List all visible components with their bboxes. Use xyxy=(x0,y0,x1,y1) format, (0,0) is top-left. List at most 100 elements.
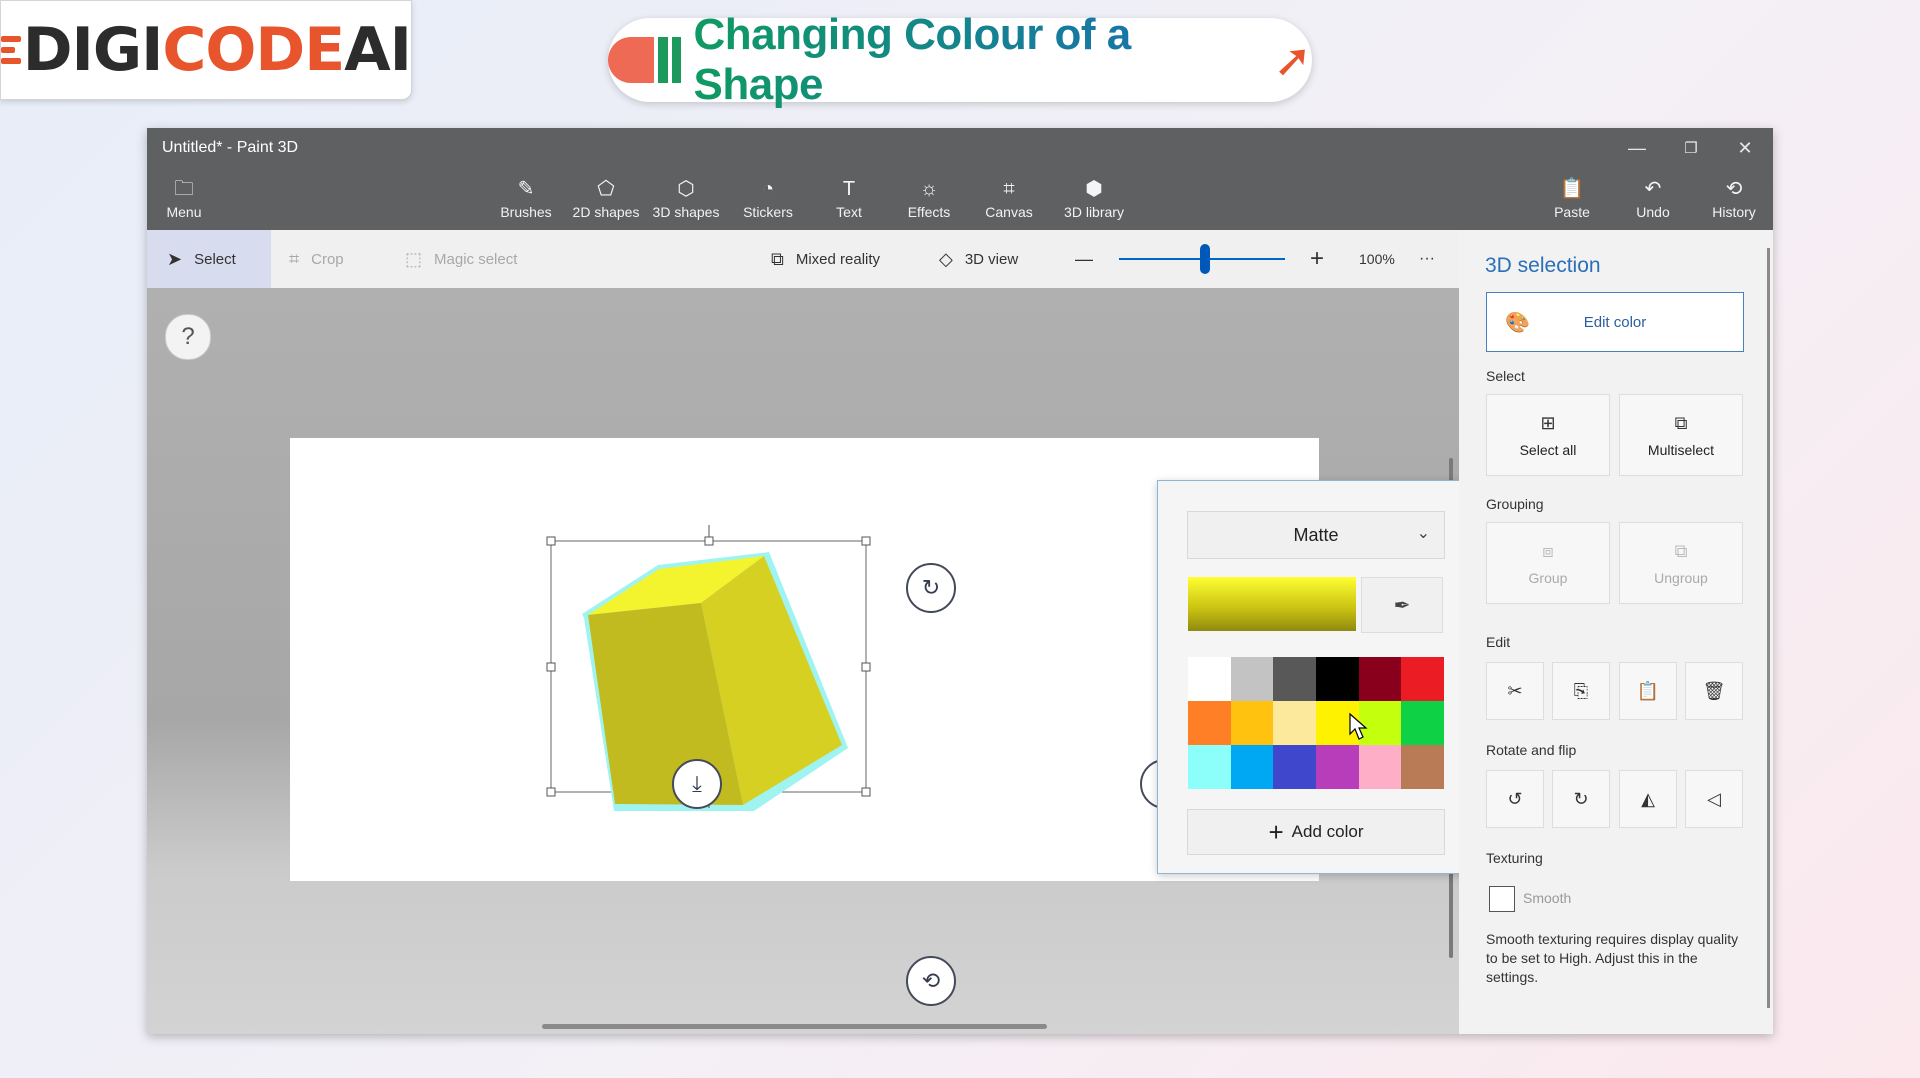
paste-panel-button[interactable]: 📋 xyxy=(1619,662,1677,720)
color-swatch[interactable] xyxy=(1273,657,1316,701)
magic-select-label: Magic select xyxy=(434,250,518,268)
menu-button[interactable]: 🗀 Menu xyxy=(157,168,211,230)
horizontal-scrollbar[interactable] xyxy=(542,1024,1047,1029)
logo-text-ai: AI xyxy=(344,15,412,85)
color-swatch[interactable] xyxy=(1230,701,1274,745)
selection-handle[interactable] xyxy=(861,662,871,672)
color-swatch[interactable] xyxy=(1188,745,1231,789)
zoom-slider-thumb[interactable] xyxy=(1200,244,1211,274)
ungroup-icon: ⧉ xyxy=(1674,540,1688,561)
cut-button[interactable]: ✂ xyxy=(1486,662,1544,720)
logo-text-digi: DIGI xyxy=(22,15,164,85)
rotate-left-icon: ↺ xyxy=(1507,788,1523,809)
color-swatch[interactable] xyxy=(1188,701,1231,745)
color-swatch[interactable] xyxy=(1273,745,1316,789)
mixed-reality-button[interactable]: ⧉ Mixed reality xyxy=(771,230,880,288)
panel-scrollbar[interactable] xyxy=(1767,248,1770,1008)
main-toolbar: 🗀 Menu ✎ Brushes ⬠ 2D shapes ⬡ 3D shapes… xyxy=(147,168,1773,230)
color-swatch[interactable] xyxy=(1316,745,1359,789)
history-label: History xyxy=(1712,204,1756,220)
crop-label: Crop xyxy=(311,250,344,268)
canvas-button[interactable]: ⌗ Canvas xyxy=(974,168,1044,230)
flip-vertical-button[interactable]: ◁ xyxy=(1685,770,1743,828)
effects-button[interactable]: ☼ Effects xyxy=(894,168,964,230)
3d-view-button[interactable]: ◇ 3D view xyxy=(939,230,1018,288)
select-label: Select xyxy=(194,250,236,268)
add-color-button[interactable]: + Add color xyxy=(1187,809,1445,855)
edit-color-button[interactable]: 🎨 Edit color xyxy=(1486,292,1744,352)
history-button[interactable]: ⟲ History xyxy=(1707,168,1761,230)
selected-3d-object[interactable] xyxy=(507,448,947,868)
select-tool-button[interactable]: ➤ Select xyxy=(167,230,236,288)
copy-button[interactable]: ⎘ xyxy=(1552,662,1610,720)
selection-handle[interactable] xyxy=(546,662,556,672)
color-swatch[interactable] xyxy=(1401,745,1444,789)
finish-dropdown[interactable]: Matte ⌄ xyxy=(1187,511,1445,559)
video-title: Changing Colour of a Shape xyxy=(693,10,1267,110)
close-button[interactable]: ✕ xyxy=(1717,128,1773,168)
magic-select-button[interactable]: ⬚ Magic select xyxy=(405,230,517,288)
brushes-label: Brushes xyxy=(500,204,552,220)
color-swatch[interactable] xyxy=(1188,657,1231,701)
group-button[interactable]: ⧈ Group xyxy=(1486,522,1610,604)
selection-handle[interactable] xyxy=(861,536,871,546)
canvas-label: Canvas xyxy=(985,204,1033,220)
stickers-button[interactable]: ◔ Stickers xyxy=(733,168,803,230)
rotate-right-button[interactable]: ↻ xyxy=(1552,770,1610,828)
canvas-workspace[interactable]: ? ↻ ⟲ ⤓ ↺ xyxy=(147,288,1473,1034)
more-options-button[interactable]: ··· xyxy=(1419,230,1435,288)
color-swatch[interactable] xyxy=(1316,657,1359,701)
paint3d-window: Untitled* - Paint 3D — ❐ ✕ 🗀 Menu ✎ Brus… xyxy=(147,128,1773,1034)
library-icon: ⬢ xyxy=(1085,178,1103,200)
color-swatch[interactable] xyxy=(1230,745,1274,789)
multiselect-label: Multiselect xyxy=(1647,441,1715,458)
restore-button[interactable]: ❐ xyxy=(1663,128,1719,168)
canvas-crop-icon: ⌗ xyxy=(1003,178,1015,200)
color-swatch[interactable] xyxy=(1230,657,1274,701)
select-all-button[interactable]: ⊞ Select all xyxy=(1486,394,1610,476)
select-toolbar: ➤ Select ⌗ Crop ⬚ Magic select ⧉ Mixed r… xyxy=(147,230,1459,289)
3d-selection-panel: 3D selection 🎨 Edit color Select ⊞ Selec… xyxy=(1459,230,1773,1034)
depth-push-handle[interactable]: ⤓ xyxy=(672,759,722,809)
selection-handle[interactable] xyxy=(704,536,714,546)
selection-handle[interactable] xyxy=(861,787,871,797)
zoom-in-button[interactable]: + xyxy=(1310,230,1324,288)
color-swatch[interactable] xyxy=(1273,701,1316,745)
clipboard-icon: 📋 xyxy=(1559,178,1585,200)
paste-button[interactable]: 📋 Paste xyxy=(1545,168,1599,230)
color-swatch[interactable] xyxy=(1358,657,1402,701)
color-swatch[interactable] xyxy=(1401,701,1444,745)
flip-horizontal-button[interactable]: ◭ xyxy=(1619,770,1677,828)
rotate-section-label: Rotate and flip xyxy=(1486,742,1577,758)
crop-button[interactable]: ⌗ Crop xyxy=(289,230,344,288)
selection-handle[interactable] xyxy=(546,536,556,546)
flip-vertical-icon: ◁ xyxy=(1707,788,1721,809)
help-button[interactable]: ? xyxy=(165,314,211,360)
rotate-x-handle[interactable]: ↻ xyxy=(906,563,956,613)
zoom-out-button[interactable]: — xyxy=(1075,230,1093,288)
minimize-button[interactable]: — xyxy=(1609,128,1665,168)
2d-shapes-button[interactable]: ⬠ 2D shapes xyxy=(571,168,641,230)
3d-shapes-button[interactable]: ⬡ 3D shapes xyxy=(651,168,721,230)
edit-section-label: Edit xyxy=(1486,634,1511,650)
selection-handle[interactable] xyxy=(546,787,556,797)
color-swatch[interactable] xyxy=(1358,745,1402,789)
text-button[interactable]: T Text xyxy=(814,168,884,230)
3d-library-button[interactable]: ⬢ 3D library xyxy=(1057,168,1131,230)
logo-speed-bars xyxy=(1,31,21,69)
ungroup-button[interactable]: ⧉ Ungroup xyxy=(1619,522,1743,604)
delete-button[interactable]: 🗑 xyxy=(1685,662,1743,720)
digicode-logo: DIGI CODE AI xyxy=(0,0,412,100)
undo-button[interactable]: ↶ Undo xyxy=(1626,168,1680,230)
eyedropper-button[interactable]: ✒ xyxy=(1361,577,1443,633)
rotate-left-button[interactable]: ↺ xyxy=(1486,770,1544,828)
current-color-swatch[interactable] xyxy=(1188,577,1356,631)
multiselect-button[interactable]: ⧉ Multiselect xyxy=(1619,394,1743,476)
rotate-z-handle[interactable]: ⟲ xyxy=(906,956,956,1006)
zoom-level[interactable]: 100% xyxy=(1359,230,1395,288)
brushes-button[interactable]: ✎ Brushes xyxy=(491,168,561,230)
rotate-icon: ↻ xyxy=(921,575,941,600)
2d-shapes-icon: ⬠ xyxy=(597,178,615,200)
color-swatch[interactable] xyxy=(1401,657,1444,701)
smooth-checkbox[interactable] xyxy=(1489,886,1515,912)
